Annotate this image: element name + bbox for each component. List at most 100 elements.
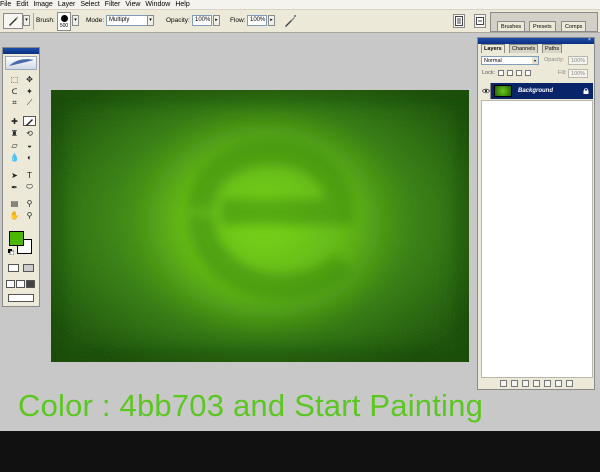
menu-select[interactable]: Select bbox=[79, 0, 103, 10]
lock-icon bbox=[583, 88, 589, 94]
new-layer-icon[interactable] bbox=[554, 380, 562, 387]
notes-tool-icon[interactable]: ▤ bbox=[8, 198, 21, 208]
zoom-tool-icon[interactable]: ⚲ bbox=[23, 210, 36, 220]
file-browser-button[interactable] bbox=[453, 14, 465, 28]
foreground-color-swatch[interactable] bbox=[9, 231, 24, 246]
lock-label: Lock: bbox=[482, 70, 496, 76]
airbrush-icon[interactable] bbox=[283, 14, 297, 28]
document-icon bbox=[455, 16, 463, 26]
healing-brush-icon[interactable]: ✚ bbox=[8, 116, 21, 126]
palette-toggle-icon bbox=[476, 17, 484, 25]
eye-icon bbox=[481, 88, 490, 94]
options-bar: ▾ Brush: 500 ▾ Mode: Multiply ▾ Opacity:… bbox=[0, 10, 600, 33]
layers-palette: × Layers Channels Paths Normal ▾ Opacity… bbox=[477, 37, 595, 390]
quick-mask-button[interactable] bbox=[23, 264, 34, 272]
flow-label: Flow: bbox=[230, 17, 246, 24]
jump-to-imageready-button[interactable] bbox=[8, 294, 34, 302]
toggle-palettes-button[interactable] bbox=[474, 14, 486, 28]
layer-opacity-value: 100% bbox=[571, 58, 586, 64]
palette-well: Brushes Presets Comps bbox=[490, 12, 598, 32]
adobe-online-logo[interactable] bbox=[5, 56, 37, 70]
layer-style-icon[interactable] bbox=[510, 380, 518, 387]
link-layers-icon[interactable] bbox=[499, 380, 507, 387]
brush-picker[interactable]: 500 bbox=[57, 12, 71, 31]
layers-footer bbox=[478, 378, 594, 389]
layer-opacity-field[interactable]: 100% bbox=[568, 56, 588, 65]
mode-select-arrow[interactable]: ▾ bbox=[147, 15, 154, 26]
tab-layers[interactable]: Layers bbox=[481, 44, 505, 53]
screen-mode-standard[interactable] bbox=[6, 280, 15, 288]
eraser-tool-icon[interactable]: ▱ bbox=[8, 140, 21, 150]
mode-value: Multiply bbox=[109, 17, 130, 23]
tab-layer-comps[interactable]: Comps bbox=[561, 21, 587, 31]
layers-list-area bbox=[481, 100, 593, 378]
adjustment-layer-icon[interactable] bbox=[532, 380, 540, 387]
brush-tool-icon[interactable] bbox=[23, 116, 36, 126]
fill-field[interactable]: 100% bbox=[568, 69, 588, 78]
hand-tool-icon[interactable]: ✋ bbox=[8, 210, 21, 220]
lock-pixels-icon[interactable] bbox=[507, 70, 513, 76]
paint-bucket-icon[interactable]: ◒ bbox=[23, 140, 36, 150]
path-selection-icon[interactable]: ➤ bbox=[8, 170, 21, 180]
brush-label: Brush: bbox=[36, 17, 55, 24]
layer-row-background[interactable]: Background bbox=[481, 83, 593, 99]
flow-slider-arrow[interactable]: ▸ bbox=[268, 15, 275, 26]
trash-icon[interactable] bbox=[565, 380, 573, 387]
default-colors-icon[interactable] bbox=[8, 249, 14, 255]
lock-all-icon[interactable] bbox=[525, 70, 531, 76]
toolbox: ⬚ ✥ ᑕ ✦ ⌗ ⟋ ✚ ♜ ⟲ ▱ ◒ 💧 ◐ ➤ T ✒ ⬭ ▤ ⚲ ✋ … bbox=[2, 47, 40, 307]
tutorial-caption: Color : 4bb703 and Start Painting bbox=[18, 388, 484, 423]
screen-mode-full[interactable] bbox=[26, 280, 35, 288]
menu-view[interactable]: View bbox=[124, 0, 144, 10]
mode-label: Mode: bbox=[86, 17, 105, 24]
opacity-label: Opacity: bbox=[166, 17, 190, 24]
flow-field[interactable]: 100% bbox=[247, 15, 267, 26]
menu-edit[interactable]: Edit bbox=[15, 0, 32, 10]
magic-wand-icon[interactable]: ✦ bbox=[23, 86, 36, 96]
tab-tool-presets[interactable]: Presets bbox=[529, 21, 556, 31]
tab-brushes[interactable]: Brushes bbox=[497, 21, 526, 31]
visibility-toggle[interactable] bbox=[481, 83, 491, 99]
slice-tool-icon[interactable]: ⟋ bbox=[23, 98, 36, 108]
blend-mode-select[interactable]: Normal ▾ bbox=[481, 56, 539, 65]
menu-filter[interactable]: Filter bbox=[104, 0, 125, 10]
opacity-field[interactable]: 100% bbox=[192, 15, 212, 26]
tab-channels[interactable]: Channels bbox=[509, 44, 539, 53]
menu-window[interactable]: Window bbox=[144, 0, 174, 10]
history-brush-icon[interactable]: ⟲ bbox=[23, 128, 36, 138]
menu-help[interactable]: Help bbox=[174, 0, 193, 10]
brush-picker-arrow[interactable]: ▾ bbox=[72, 15, 79, 26]
lock-position-icon[interactable] bbox=[516, 70, 522, 76]
blur-tool-icon[interactable]: 💧 bbox=[8, 152, 21, 162]
shape-tool-icon[interactable]: ⬭ bbox=[23, 182, 36, 192]
separator bbox=[33, 13, 34, 30]
pen-tool-icon[interactable]: ✒ bbox=[8, 182, 21, 192]
marquee-tool-icon[interactable]: ⬚ bbox=[8, 74, 21, 84]
dodge-tool-icon[interactable]: ◐ bbox=[23, 152, 36, 162]
lock-transparency-icon[interactable] bbox=[498, 70, 504, 76]
tool-preset-picker[interactable] bbox=[3, 13, 23, 29]
menu-bar: File Edit Image Layer Select Filter View… bbox=[0, 0, 600, 10]
menu-file[interactable]: File bbox=[0, 0, 15, 10]
screen-mode-full-menu[interactable] bbox=[16, 280, 25, 288]
opacity-slider-arrow[interactable]: ▸ bbox=[213, 15, 220, 26]
eyedropper-icon[interactable]: ⚲ bbox=[23, 198, 36, 208]
layer-thumbnail bbox=[494, 85, 512, 97]
new-group-icon[interactable] bbox=[543, 380, 551, 387]
clone-stamp-icon[interactable]: ♜ bbox=[8, 128, 21, 138]
menu-layer[interactable]: Layer bbox=[57, 0, 80, 10]
layer-mask-icon[interactable] bbox=[521, 380, 529, 387]
image-canvas[interactable] bbox=[51, 90, 469, 362]
type-tool-icon[interactable]: T bbox=[23, 170, 36, 180]
chevron-down-icon: ▾ bbox=[532, 57, 538, 64]
tool-preset-arrow[interactable]: ▾ bbox=[23, 15, 30, 26]
toolbox-title-bar[interactable] bbox=[3, 48, 39, 54]
crop-tool-icon[interactable]: ⌗ bbox=[8, 98, 21, 108]
menu-image[interactable]: Image bbox=[32, 0, 56, 10]
standard-mode-button[interactable] bbox=[8, 264, 19, 272]
tab-paths[interactable]: Paths bbox=[542, 44, 563, 53]
move-tool-icon[interactable]: ✥ bbox=[23, 74, 36, 84]
close-icon[interactable]: × bbox=[587, 38, 592, 43]
lasso-tool-icon[interactable]: ᑕ bbox=[8, 86, 21, 96]
fill-label: Fill: bbox=[558, 70, 567, 76]
